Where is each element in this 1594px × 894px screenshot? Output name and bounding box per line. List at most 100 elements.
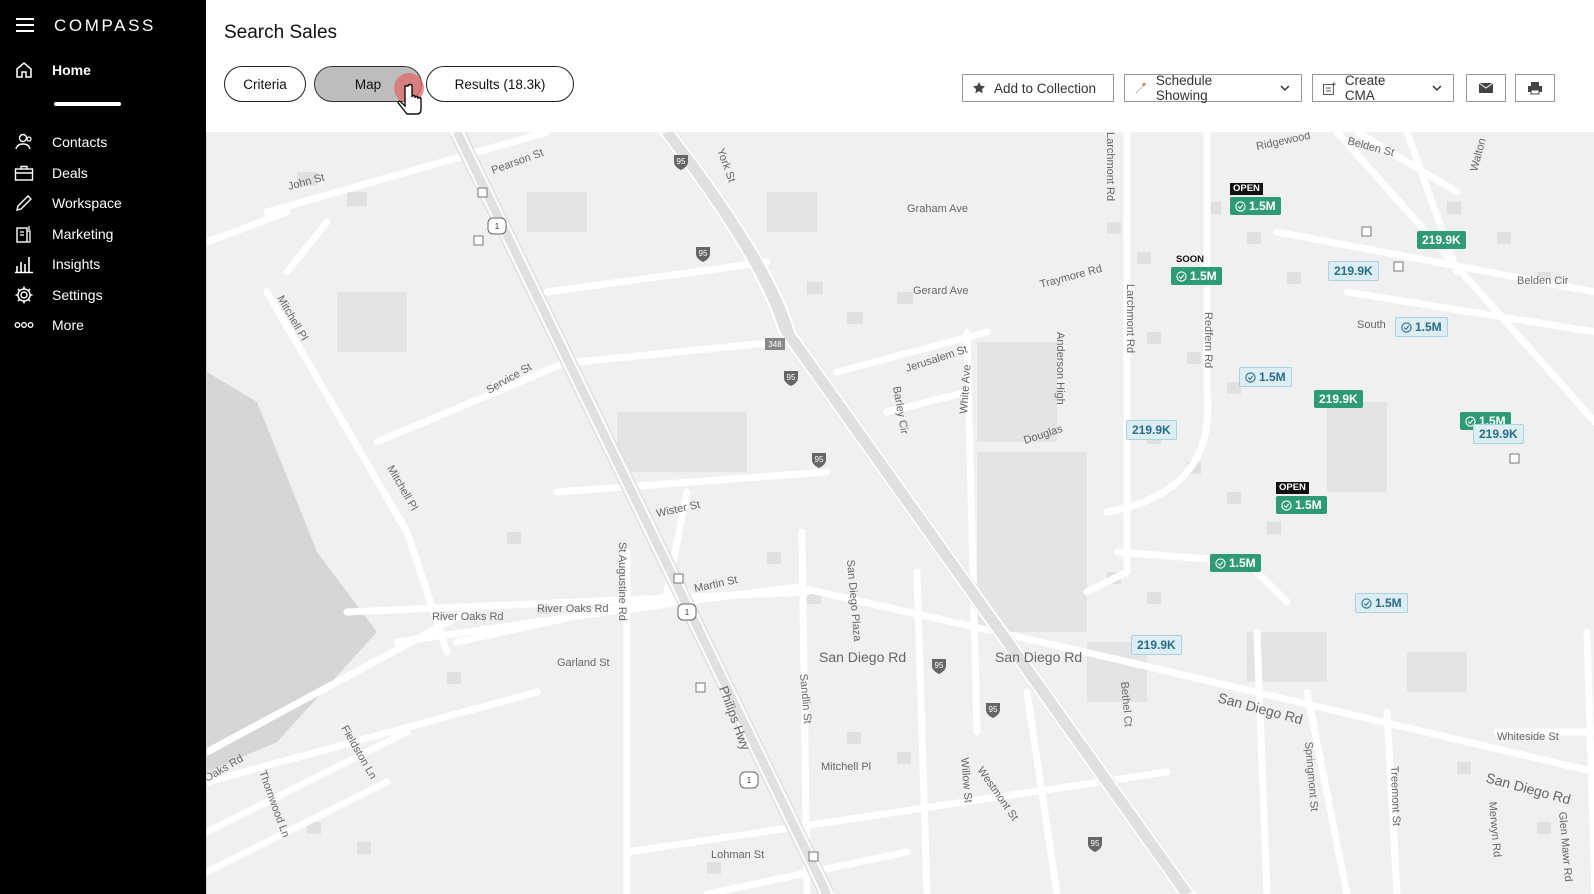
street-label: Whiteside St <box>1497 731 1559 743</box>
listing-price: 1.5M <box>1229 556 1256 570</box>
us-route-shield: 1 <box>487 217 507 235</box>
listing-price: 1.5M <box>1415 320 1442 334</box>
insights-icon <box>15 257 33 274</box>
listing-price: 1.5M <box>1249 199 1276 213</box>
street-label: Larchmont Rd <box>1124 284 1136 353</box>
check-circle-icon <box>1401 321 1412 333</box>
street-label: Redfern Rd <box>1202 312 1214 368</box>
listing-marker[interactable]: 219.9K <box>1126 420 1177 440</box>
state-route-shield: 348 <box>765 338 785 350</box>
compass-logo[interactable]: COMPASS <box>54 16 156 36</box>
listing-marker[interactable]: 1.5M <box>1355 593 1408 613</box>
street-label: Larchmont Rd <box>1104 132 1116 201</box>
open-house-badge: OPEN <box>1230 183 1263 195</box>
cma-icon <box>1322 81 1336 95</box>
listing-marker[interactable]: 219.9K <box>1473 424 1524 444</box>
svg-text:95: 95 <box>787 373 796 382</box>
listing-price: 1.5M <box>1375 596 1402 610</box>
open-house-badge: OPEN <box>1276 482 1309 494</box>
listing-price: 219.9K <box>1319 392 1358 406</box>
svg-text:348: 348 <box>768 340 782 349</box>
check-circle-icon <box>1281 499 1292 511</box>
listing-price: 219.9K <box>1422 233 1461 247</box>
sidebar-item-home[interactable]: Home <box>14 60 91 80</box>
tab-criteria[interactable]: Criteria <box>224 66 306 102</box>
svg-text:1: 1 <box>685 608 690 617</box>
coming-soon-badge: SOON <box>1176 254 1204 265</box>
envelope-icon <box>1478 82 1494 93</box>
star-icon <box>973 82 985 94</box>
street-label: Garland St <box>557 657 610 669</box>
us-route-shield: 1 <box>677 603 697 621</box>
street-label: San Diego Rd <box>819 649 906 665</box>
printer-icon <box>1528 82 1542 95</box>
settings-icon <box>15 286 33 304</box>
street-label: St Augustine Rd <box>616 542 628 621</box>
listing-price: 1.5M <box>1190 269 1217 283</box>
check-circle-icon <box>1361 597 1372 609</box>
svg-text:95: 95 <box>989 705 998 714</box>
email-button[interactable] <box>1466 74 1506 102</box>
map-canvas[interactable]: Pearson St John St York St Graham Ave Ge… <box>207 132 1594 894</box>
sidebar: COMPASS Home Contacts Deals Workspace Ma… <box>0 0 206 894</box>
tab-results[interactable]: Results (18.3k) <box>426 66 574 102</box>
more-icon <box>14 322 34 329</box>
listing-marker[interactable]: 219.9K <box>1131 635 1182 655</box>
svg-text:1: 1 <box>495 222 500 231</box>
svg-text:95: 95 <box>699 249 708 258</box>
add-to-collection-label: Add to Collection <box>994 80 1097 96</box>
sidebar-item-insights[interactable]: Insights <box>14 249 122 280</box>
svg-text:95: 95 <box>677 157 686 166</box>
street-label: Graham Ave <box>907 203 968 215</box>
sidebar-item-settings[interactable]: Settings <box>14 280 122 311</box>
listing-marker[interactable]: 219.9K <box>1328 261 1379 281</box>
contacts-icon <box>15 134 32 150</box>
menu-icon[interactable] <box>16 18 34 32</box>
sidebar-item-label: Home <box>52 62 91 78</box>
sidebar-item-more[interactable]: More <box>14 310 122 341</box>
mouse-cursor <box>393 72 433 124</box>
listing-marker[interactable]: 1.5M <box>1276 496 1327 514</box>
listing-marker[interactable]: 219.9K <box>1417 231 1466 249</box>
sidebar-item-label: Insights <box>52 256 101 273</box>
us-route-shield: 1 <box>739 771 759 789</box>
print-button[interactable] <box>1515 74 1555 102</box>
workspace-icon <box>16 195 32 212</box>
street-label: Treemont St <box>1388 766 1402 827</box>
sidebar-item-deals[interactable]: Deals <box>14 158 122 189</box>
add-to-collection-button[interactable]: Add to Collection <box>962 74 1114 102</box>
listing-marker[interactable]: 1.5M <box>1230 197 1281 215</box>
listing-price: 1.5M <box>1259 370 1286 384</box>
listing-marker[interactable]: 1.5M <box>1395 317 1448 337</box>
listing-marker[interactable]: 1.5M <box>1171 267 1222 285</box>
schedule-showing-dropdown[interactable]: Schedule Showing <box>1124 73 1302 103</box>
home-icon <box>16 62 32 78</box>
sidebar-item-contacts[interactable]: Contacts <box>14 127 122 158</box>
marketing-icon <box>16 225 31 243</box>
svg-text:95: 95 <box>935 661 944 670</box>
check-circle-icon <box>1235 200 1246 212</box>
listing-price: 219.9K <box>1334 264 1373 278</box>
svg-text:95: 95 <box>815 455 824 464</box>
map-view[interactable]: Pearson St John St York St Graham Ave Ge… <box>206 132 1594 894</box>
sidebar-item-label: More <box>52 317 84 334</box>
listing-price: 219.9K <box>1132 423 1171 437</box>
create-cma-label: Create CMA <box>1344 73 1386 103</box>
sidebar-item-marketing[interactable]: Marketing <box>14 219 122 250</box>
street-label: Anderson High <box>1054 332 1066 405</box>
page-title: Search Sales <box>224 22 338 43</box>
deals-icon <box>14 165 34 181</box>
svg-text:1: 1 <box>747 776 752 785</box>
create-cma-dropdown[interactable]: Create CMA <box>1312 73 1454 103</box>
listing-price: 219.9K <box>1137 638 1176 652</box>
sidebar-item-workspace[interactable]: Workspace <box>14 188 122 219</box>
active-indicator <box>54 102 121 106</box>
street-label: San Diego Rd <box>995 649 1082 665</box>
sidebar-item-label: Marketing <box>52 225 114 242</box>
check-circle-icon <box>1215 557 1226 569</box>
street-label: Lohman St <box>711 849 764 861</box>
street-label: River Oaks Rd <box>432 611 504 623</box>
listing-marker[interactable]: 1.5M <box>1239 367 1292 387</box>
listing-marker[interactable]: 1.5M <box>1210 554 1261 572</box>
listing-marker[interactable]: 219.9K <box>1314 390 1363 408</box>
